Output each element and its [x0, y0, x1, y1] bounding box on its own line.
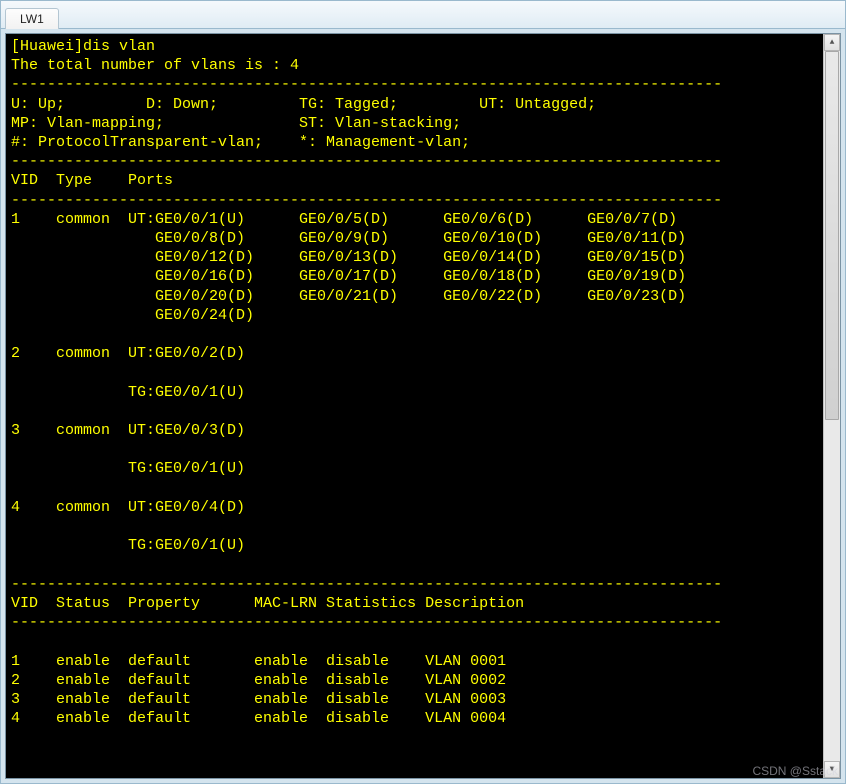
content-area: [Huawei]dis vlan The total number of vla… — [1, 29, 845, 783]
tab-bar: LW1 — [1, 1, 845, 29]
cli-legend-line: MP: Vlan-mapping; ST: Vlan-stacking; — [11, 115, 461, 132]
scroll-thumb[interactable] — [825, 51, 839, 420]
tab-lw1[interactable]: LW1 — [5, 8, 59, 29]
terminal-output[interactable]: [Huawei]dis vlan The total number of vla… — [7, 35, 840, 777]
cli-vlan-row: 1 common UT:GE0/0/1(U) GE0/0/5(D) GE0/0/… — [11, 211, 677, 228]
cli-status-row: 3 enable default enable disable VLAN 000… — [11, 691, 506, 708]
cli-vlan-row: TG:GE0/0/1(U) — [11, 384, 245, 401]
cli-status-row: 4 enable default enable disable VLAN 000… — [11, 710, 506, 727]
cli-vlan-row: GE0/0/16(D) GE0/0/17(D) GE0/0/18(D) GE0/… — [11, 268, 686, 285]
cli-divider: ----------------------------------------… — [11, 614, 722, 631]
cli-prompt-line: [Huawei]dis vlan — [11, 38, 155, 55]
cli-vlan-row: 2 common UT:GE0/0/2(D) — [11, 345, 245, 362]
cli-vlan-row: TG:GE0/0/1(U) — [11, 537, 245, 554]
scroll-track[interactable] — [824, 51, 840, 761]
cli-vlan-row: GE0/0/24(D) — [11, 307, 254, 324]
cli-vlan-row: TG:GE0/0/1(U) — [11, 460, 245, 477]
cli-vlan-row: GE0/0/8(D) GE0/0/9(D) GE0/0/10(D) GE0/0/… — [11, 230, 686, 247]
cli-vlan-row: GE0/0/12(D) GE0/0/13(D) GE0/0/14(D) GE0/… — [11, 249, 686, 266]
cli-status-row: 2 enable default enable disable VLAN 000… — [11, 672, 506, 689]
cli-divider: ----------------------------------------… — [11, 76, 722, 93]
cli-divider: ----------------------------------------… — [11, 576, 722, 593]
vertical-scrollbar[interactable]: ▲ ▼ — [823, 34, 840, 778]
cli-total-line: The total number of vlans is : 4 — [11, 57, 299, 74]
app-window: LW1 [Huawei]dis vlan The total number of… — [0, 0, 846, 784]
terminal-panel: [Huawei]dis vlan The total number of vla… — [5, 33, 841, 779]
cli-vlan-row: 3 common UT:GE0/0/3(D) — [11, 422, 245, 439]
scroll-down-button[interactable]: ▼ — [824, 761, 840, 778]
cli-divider: ----------------------------------------… — [11, 153, 722, 170]
cli-legend-line: U: Up; D: Down; TG: Tagged; UT: Untagged… — [11, 96, 596, 113]
cli-header-ports: VID Type Ports — [11, 172, 173, 189]
cli-status-row: 1 enable default enable disable VLAN 000… — [11, 653, 506, 670]
cli-legend-line: #: ProtocolTransparent-vlan; *: Manageme… — [11, 134, 470, 151]
scroll-up-button[interactable]: ▲ — [824, 34, 840, 51]
cli-divider: ----------------------------------------… — [11, 192, 722, 209]
cli-vlan-row: 4 common UT:GE0/0/4(D) — [11, 499, 245, 516]
cli-header-status: VID Status Property MAC-LRN Statistics D… — [11, 595, 524, 612]
cli-vlan-row: GE0/0/20(D) GE0/0/21(D) GE0/0/22(D) GE0/… — [11, 288, 686, 305]
